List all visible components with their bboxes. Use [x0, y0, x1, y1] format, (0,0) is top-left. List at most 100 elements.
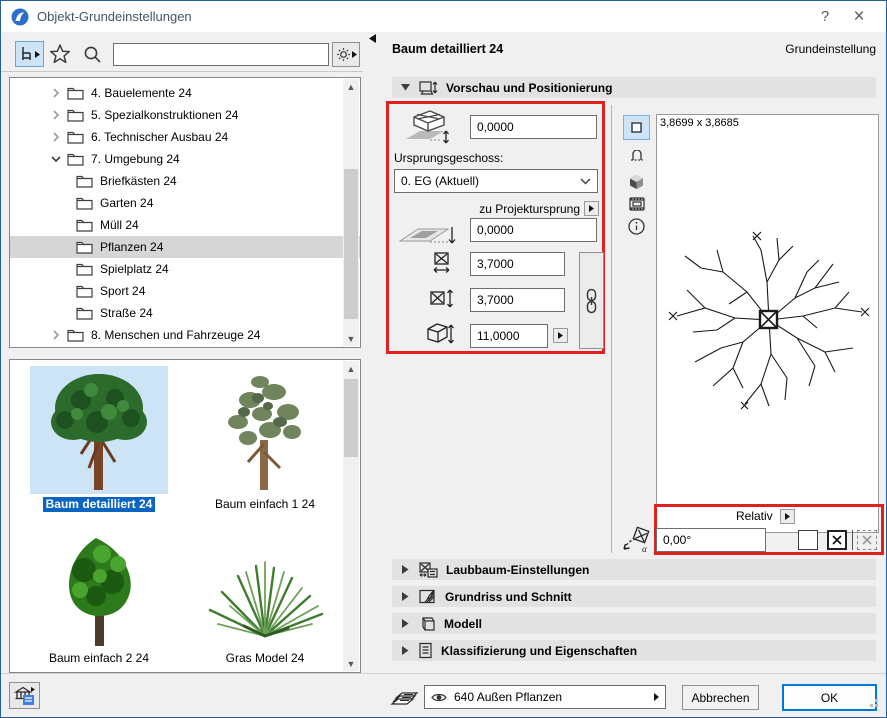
use-symbol-rotation-checkbox[interactable] [827, 530, 847, 550]
favorites-button[interactable] [49, 43, 71, 65]
eye-icon [431, 692, 447, 703]
to-project-origin-label: zu Projektursprung [394, 202, 580, 216]
chair-icon [20, 46, 34, 62]
section-floor-plan-section[interactable]: Grundriss und Schnitt [392, 586, 876, 607]
search-icon [83, 45, 102, 64]
ok-button[interactable]: OK [782, 684, 877, 711]
story-level-icon [396, 219, 460, 253]
layer-select[interactable]: 640 Außen Pflanzen [424, 685, 666, 709]
title-bar: Objekt-Grundeinstellungen ? × [1, 1, 886, 33]
folder-view-button[interactable] [15, 41, 44, 67]
home-story-value: 0. EG (Aktuell) [401, 174, 479, 188]
search-input[interactable] [113, 43, 329, 66]
expander-collapsed-icon[interactable] [50, 132, 62, 142]
tree-item[interactable]: Spielplatz 24 [10, 258, 360, 280]
resize-grip[interactable] [870, 704, 873, 707]
preview-positioning-icon [418, 80, 438, 96]
tree-item[interactable]: Garten 24 [10, 192, 360, 214]
tree-item[interactable]: 5. Spezialkonstruktionen 24 [10, 104, 360, 126]
relative-flyout-button[interactable] [780, 509, 795, 524]
tree-item[interactable]: 7. Umgebung 24 [10, 148, 360, 170]
preview-mode-front-button[interactable] [623, 145, 650, 170]
plan-symbol-icon [631, 122, 642, 133]
origin-flyout-button[interactable] [584, 201, 599, 216]
thumbnail-item-selected[interactable]: Baum detailliert 24 [24, 366, 174, 512]
preview-mode-2d-button[interactable] [623, 115, 650, 140]
section-preview-positioning[interactable]: Vorschau und Positionierung [392, 77, 876, 98]
preview-splitter[interactable] [611, 105, 612, 553]
tree-item[interactable]: Müll 24 [10, 214, 360, 236]
object-height-icon [425, 321, 455, 347]
project-origin-input[interactable] [470, 218, 597, 242]
section-model[interactable]: Modell [392, 613, 876, 634]
tree-item-label: 5. Spezialkonstruktionen 24 [91, 108, 238, 122]
thumbnail-scrollbar[interactable]: ▲ ▼ [343, 361, 359, 671]
section-collapsed-icon [400, 646, 410, 655]
section-classification-properties[interactable]: Klassifizierung und Eigenschaften [392, 640, 876, 661]
thumbnail-label: Baum einfach 2 24 [46, 651, 152, 666]
gear-icon [336, 47, 351, 62]
folder-icon [76, 284, 93, 298]
section-title: Vorschau und Positionierung [446, 81, 612, 95]
folder-icon [76, 240, 93, 254]
tree-item[interactable]: Straße 24 [10, 302, 360, 324]
preview-mode-info-button[interactable] [623, 214, 650, 239]
tree-item[interactable]: 6. Technischer Ausbau 24 [10, 126, 360, 148]
toolbar-separator [1, 71, 363, 72]
rotation-angle-input[interactable] [656, 528, 766, 552]
expander-collapsed-icon[interactable] [50, 330, 62, 340]
height-flyout-button[interactable] [553, 328, 568, 343]
thumbnail-item[interactable]: Baum einfach 1 24 [190, 366, 340, 512]
tree-scrollbar[interactable]: ▲ ▼ [343, 79, 359, 346]
section-collapsed-icon [400, 592, 410, 601]
scrollbar-thumb[interactable] [344, 169, 358, 319]
scroll-down-icon[interactable]: ▼ [343, 656, 359, 671]
home-story-select[interactable]: 0. EG (Aktuell) [394, 169, 598, 193]
close-button[interactable]: × [842, 4, 876, 30]
tree-item[interactable]: Briefkästen 24 [10, 170, 360, 192]
scroll-up-icon[interactable]: ▲ [343, 79, 359, 94]
collapse-left-panel-handle[interactable] [369, 34, 376, 43]
front-view-icon [629, 150, 645, 165]
thumbnail-item[interactable]: Baum einfach 2 24 [24, 520, 174, 666]
object-2d-preview[interactable]: 3,8699 x 3,8685 [656, 114, 879, 533]
help-button[interactable]: ? [808, 4, 842, 30]
expander-collapsed-icon[interactable] [50, 88, 62, 98]
expander-collapsed-icon[interactable] [50, 110, 62, 120]
properties-list-icon [418, 642, 433, 659]
tree-item[interactable]: 8. Menschen und Fahrzeuge 24 [10, 324, 360, 346]
object-thumbnail-list: Baum detailliert 24 Baum einf [9, 359, 361, 673]
tree-item-label: 6. Technischer Ausbau 24 [91, 130, 228, 144]
depth-input[interactable] [470, 288, 565, 312]
cancel-button[interactable]: Abbrechen [682, 685, 759, 710]
tree-item[interactable]: 4. Bauelemente 24 [10, 82, 360, 104]
tree-item-selected[interactable]: Pflanzen 24 [10, 236, 360, 258]
scroll-down-icon[interactable]: ▼ [343, 331, 359, 346]
object-height-input[interactable] [470, 324, 548, 348]
section-title: Modell [444, 617, 482, 631]
tree-item[interactable]: Sport 24 [10, 280, 360, 302]
film-strip-icon [628, 197, 646, 211]
object-depth-icon [429, 288, 455, 310]
folder-icon [67, 86, 84, 100]
proportional-link-button[interactable] [579, 252, 604, 349]
expander-expanded-icon[interactable] [50, 155, 62, 163]
search-button[interactable] [83, 45, 102, 64]
preview-mode-picture-button[interactable] [623, 191, 650, 216]
height-offset-input[interactable] [470, 115, 597, 139]
section-tree-settings[interactable]: Laubbaum-Einstellungen [392, 559, 876, 580]
chevron-down-icon [580, 178, 591, 185]
scroll-up-icon[interactable]: ▲ [343, 361, 359, 376]
library-manager-button[interactable] [9, 682, 40, 709]
scrollbar-thumb[interactable] [344, 379, 358, 457]
height-above-story-icon [400, 109, 458, 151]
tree-item-label: 7. Umgebung 24 [91, 152, 180, 166]
cube-3d-icon [629, 174, 644, 190]
rotation-angle-icon: α [621, 525, 653, 555]
thumbnail-item[interactable]: Gras Model 24 [190, 520, 340, 666]
thumbnail-label: Baum einfach 1 24 [212, 497, 318, 512]
mirror-off-checkbox[interactable] [798, 530, 818, 550]
settings-menu-button[interactable] [332, 42, 360, 67]
flyout-arrow-icon [558, 332, 563, 339]
width-input[interactable] [470, 252, 565, 276]
